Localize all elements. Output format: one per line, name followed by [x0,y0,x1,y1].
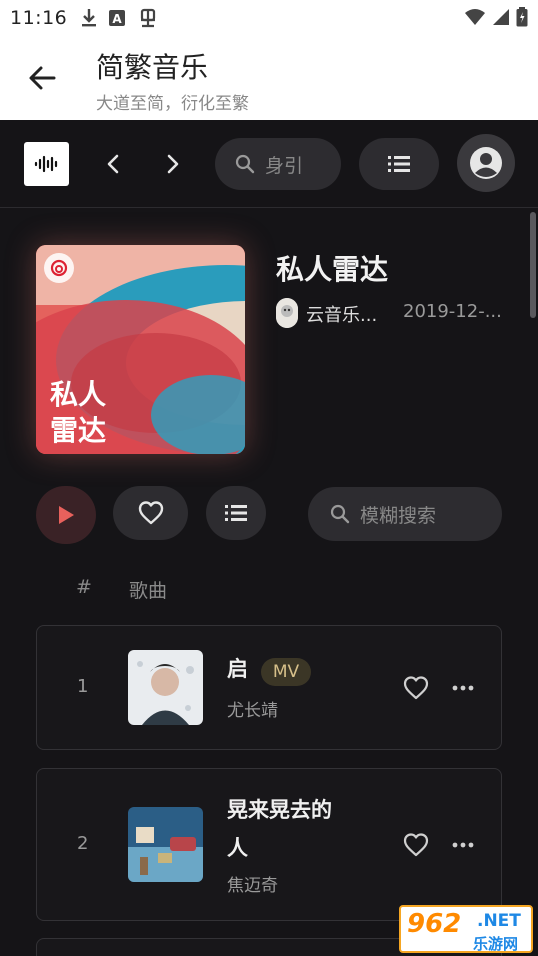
svg-text:A: A [112,12,122,26]
playlist-date: 2019-12-... [403,301,502,322]
list-icon [225,505,247,521]
song-more-button[interactable] [451,830,475,860]
app-subtitle: 大道至简，衍化至繁 [96,94,249,114]
chevron-left-icon [107,154,119,174]
song-index: 2 [77,833,89,854]
like-song-button[interactable] [401,830,431,860]
nav-forward-button[interactable] [158,149,188,179]
site-watermark: 962 .NET 乐游网 [399,905,533,953]
a-box-icon: A [109,10,125,26]
webview-content: 身引 私人 雷达 私人雷达 云音乐... 2019-12-... 模糊搜索 # … [0,120,538,956]
song-title-line1: 晃来晃去的 [227,798,332,822]
watermark-net: .NET [477,911,521,931]
list-icon [388,156,410,172]
arrow-left-icon [29,66,56,90]
like-song-button[interactable] [401,673,431,703]
song-index: 1 [77,676,89,697]
battery-icon [516,7,528,27]
watermark-cn: 乐游网 [473,935,519,953]
global-search-input[interactable]: 身引 [215,138,341,190]
more-horizontal-icon [452,685,474,691]
song-cover[interactable] [128,650,203,725]
song-title-line2: 人 [227,836,248,860]
playlist-cover[interactable]: 私人 雷达 [36,245,245,454]
netease-logo-icon [44,253,74,283]
cover-caption: 私人 雷达 [50,377,106,449]
cover-caption-line2: 雷达 [50,414,107,447]
status-icons-right [464,7,528,27]
playlist-author[interactable]: 云音乐... [306,301,377,327]
chevron-right-icon [167,154,179,174]
song-artist[interactable]: 焦迈奇 [227,871,278,896]
song-cover[interactable] [128,807,203,882]
column-header-song: 歌曲 [129,580,168,602]
status-bar: 11:16 A [0,0,538,36]
search-icon [330,504,350,524]
bug-icon [140,8,156,28]
download-icon [82,9,96,27]
heart-icon [403,833,429,857]
playlist-title: 私人雷达 [276,253,389,286]
heart-icon [403,676,429,700]
add-to-queue-button[interactable] [206,486,266,540]
column-header-index: # [76,576,92,598]
global-search-text: 身引 [265,154,304,177]
status-time: 11:16 [10,7,68,29]
play-all-button[interactable] [36,486,96,544]
filter-search-placeholder: 模糊搜索 [360,504,437,527]
like-playlist-button[interactable] [113,486,188,540]
user-icon [470,147,502,179]
scrollbar-thumb[interactable] [530,212,536,318]
cover-caption-line1: 私人 [50,378,107,411]
search-icon [235,154,255,174]
song-title: 启 [227,657,248,681]
nav-back-button[interactable] [98,149,128,179]
queue-button[interactable] [359,138,439,190]
user-avatar-button[interactable] [457,134,515,192]
app-bar: 简繁音乐 大道至简，衍化至繁 [0,36,538,120]
author-avatar[interactable] [276,298,298,328]
wifi-icon [465,9,485,25]
back-button[interactable] [22,58,62,98]
waveform-icon [34,155,57,173]
song-artist[interactable]: 尤长靖 [227,696,278,721]
mv-badge[interactable]: MV [261,658,311,686]
play-icon [59,506,74,524]
heart-icon [138,501,163,525]
top-toolbar: 身引 [0,120,538,208]
watermark-number: 962 [407,909,462,939]
song-row[interactable]: 2 晃来晃去的 人 焦迈奇 [36,768,502,921]
song-title: 晃来晃去的 人 [227,791,332,867]
signal-icon [493,9,509,25]
song-row[interactable]: 1 启 MV 尤长靖 [36,625,502,750]
more-horizontal-icon [452,842,474,848]
status-icons-left: A [80,7,160,29]
song-more-button[interactable] [451,673,475,703]
app-logo[interactable] [24,142,69,186]
app-title: 简繁音乐 [96,51,209,84]
filter-search-input[interactable]: 模糊搜索 [308,487,502,541]
